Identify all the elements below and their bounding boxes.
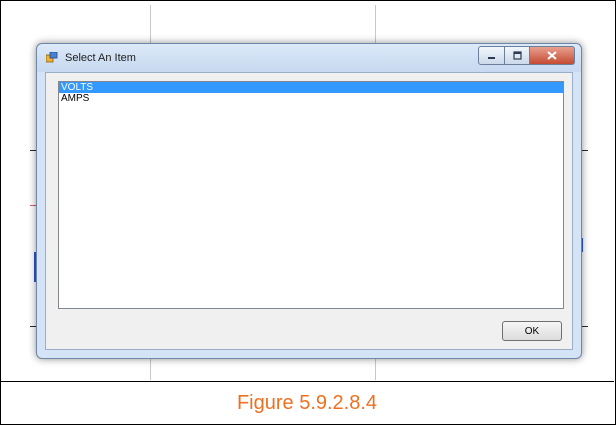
dialog-client-area: VOLTS AMPS OK: [45, 72, 573, 350]
select-item-dialog: Select An Item VOLTS AMPS OK: [36, 43, 582, 359]
minimize-button[interactable]: [478, 46, 505, 65]
background-gridline: [375, 5, 376, 45]
list-item-volts[interactable]: VOLTS: [59, 82, 563, 93]
maximize-button[interactable]: [505, 46, 530, 65]
minimize-icon: [488, 57, 495, 59]
table-divider: [0, 381, 614, 382]
maximize-icon: [512, 51, 522, 60]
app-window-icon: [46, 52, 58, 63]
item-listbox[interactable]: VOLTS AMPS: [58, 81, 564, 309]
dialog-titlebar[interactable]: Select An Item: [37, 44, 581, 72]
window-controls: [478, 46, 575, 65]
list-item-amps[interactable]: AMPS: [59, 93, 563, 104]
figure-caption: Figure 5.9.2.8.4: [236, 392, 378, 414]
dialog-title: Select An Item: [65, 52, 136, 64]
background-gridline: [150, 5, 151, 45]
close-icon: [547, 51, 557, 60]
close-button[interactable]: [530, 46, 575, 65]
ok-button[interactable]: OK: [502, 321, 562, 341]
